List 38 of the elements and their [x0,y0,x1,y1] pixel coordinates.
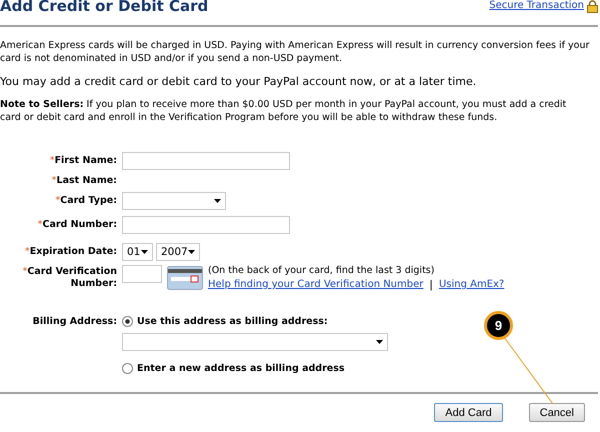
caret-icon [141,250,148,254]
field-label: Last Name: [56,175,117,186]
field-label: Card Number: [42,219,117,230]
add-card-button[interactable]: Add Card [434,403,503,422]
address-dropdown[interactable] [122,333,388,351]
radio-option[interactable]: Enter a new address as billing address [122,363,600,374]
field-label: Card Verification Number: [27,266,117,289]
month-dropdown[interactable]: 01 [122,243,153,261]
field-label: Card Type: [60,195,117,206]
caret-icon [214,199,221,203]
card-type-dropdown[interactable] [122,192,226,210]
field-label: Billing Address: [32,316,117,328]
cvv-field[interactable] [122,265,162,283]
amex-notice: American Express cards will be charged in USD. Paying with American Express will result in currency conversion fees if your card is not denominated in USD and/or if you send a non-USD payment. [0,39,590,65]
cancel-button[interactable]: Cancel [528,403,585,422]
hint-text: (On the back of your card, find the last 3 digits) [208,264,436,277]
lock-icon [587,0,598,13]
required-mark: * [38,219,42,230]
step-badge: 9 [484,311,513,340]
text-field[interactable] [122,152,290,170]
card-number-field[interactable] [122,216,290,234]
year-dropdown[interactable]: 2007 [156,243,200,261]
secure-transaction-link[interactable]: Secure Transaction [489,0,584,11]
intro-text: You may add a credit card or debit card to your PayPal account now, or at a later time. [0,74,478,89]
required-mark: * [50,155,55,166]
field-label: Expiration Date: [30,246,117,257]
required-mark: * [22,266,28,277]
required-mark: * [25,246,30,257]
amex-link[interactable]: Using AmEx? [438,279,504,291]
seller-note: Note to Sellers: If you plan to receive more than $0.00 USD per month in your PayPal account, you must add a credit card or debit card and enroll in the Verification Program before you will be able to withdraw these funds. [0,98,568,124]
separator-text: | [429,279,433,291]
required-mark: * [52,175,57,186]
card-back-icon [167,266,203,290]
caret-icon [376,340,383,344]
caret-icon [188,250,195,254]
field-label: First Name: [54,155,117,166]
required-mark: * [55,195,60,206]
help-link[interactable]: Help finding your Card Verification Number [208,279,424,291]
